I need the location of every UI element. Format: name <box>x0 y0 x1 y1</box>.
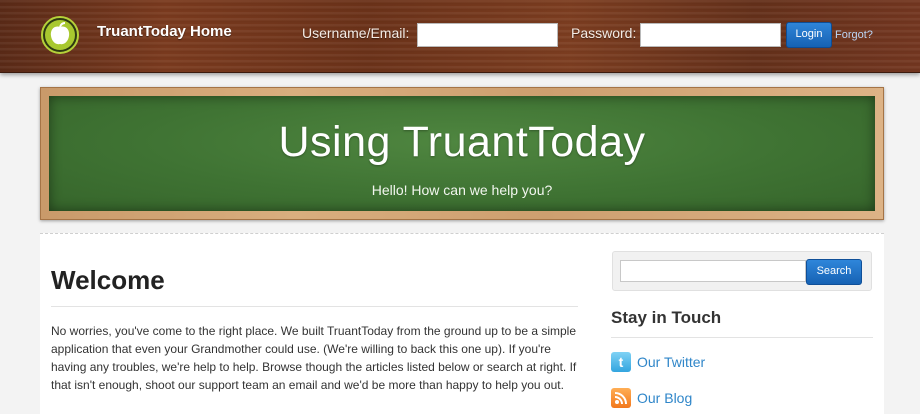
banner-title: Using TruantToday <box>278 118 646 166</box>
password-field[interactable] <box>640 23 781 47</box>
brand-home-link[interactable]: TruantToday Home <box>97 23 232 40</box>
twitter-icon: t <box>611 352 631 372</box>
username-field[interactable] <box>417 23 558 47</box>
page-title: Welcome <box>51 265 165 295</box>
twitter-link-label: Our Twitter <box>637 354 706 370</box>
username-label: Username/Email: <box>302 25 410 41</box>
divider <box>51 306 578 307</box>
welcome-paragraph: No worries, you've come to the right pla… <box>51 324 577 392</box>
rss-icon <box>611 388 631 408</box>
blog-link-label: Our Blog <box>637 390 693 406</box>
stay-in-touch-heading: Stay in Touch <box>611 308 722 327</box>
password-label: Password: <box>571 25 637 41</box>
blog-link[interactable]: Our Blog <box>611 386 692 410</box>
login-button[interactable]: Login <box>786 22 832 48</box>
search-button[interactable]: Search <box>806 259 862 285</box>
divider <box>611 337 873 338</box>
search-box: Search <box>612 251 872 291</box>
chalkboard: Using TruantToday Hello! How can we help… <box>49 96 875 211</box>
twitter-link[interactable]: t Our Twitter <box>611 350 705 374</box>
search-input[interactable] <box>620 260 806 282</box>
apple-icon[interactable] <box>40 15 80 55</box>
svg-text:t: t <box>619 354 624 370</box>
content-panel: Welcome No worries, you've come to the r… <box>40 233 884 414</box>
banner-subtitle: Hello! How can we help you? <box>371 182 553 198</box>
banner-frame: Using TruantToday Hello! How can we help… <box>40 87 884 220</box>
top-bar: TruantToday Home Username/Email: Passwor… <box>0 0 920 73</box>
forgot-password-link[interactable]: Forgot? <box>835 29 873 41</box>
